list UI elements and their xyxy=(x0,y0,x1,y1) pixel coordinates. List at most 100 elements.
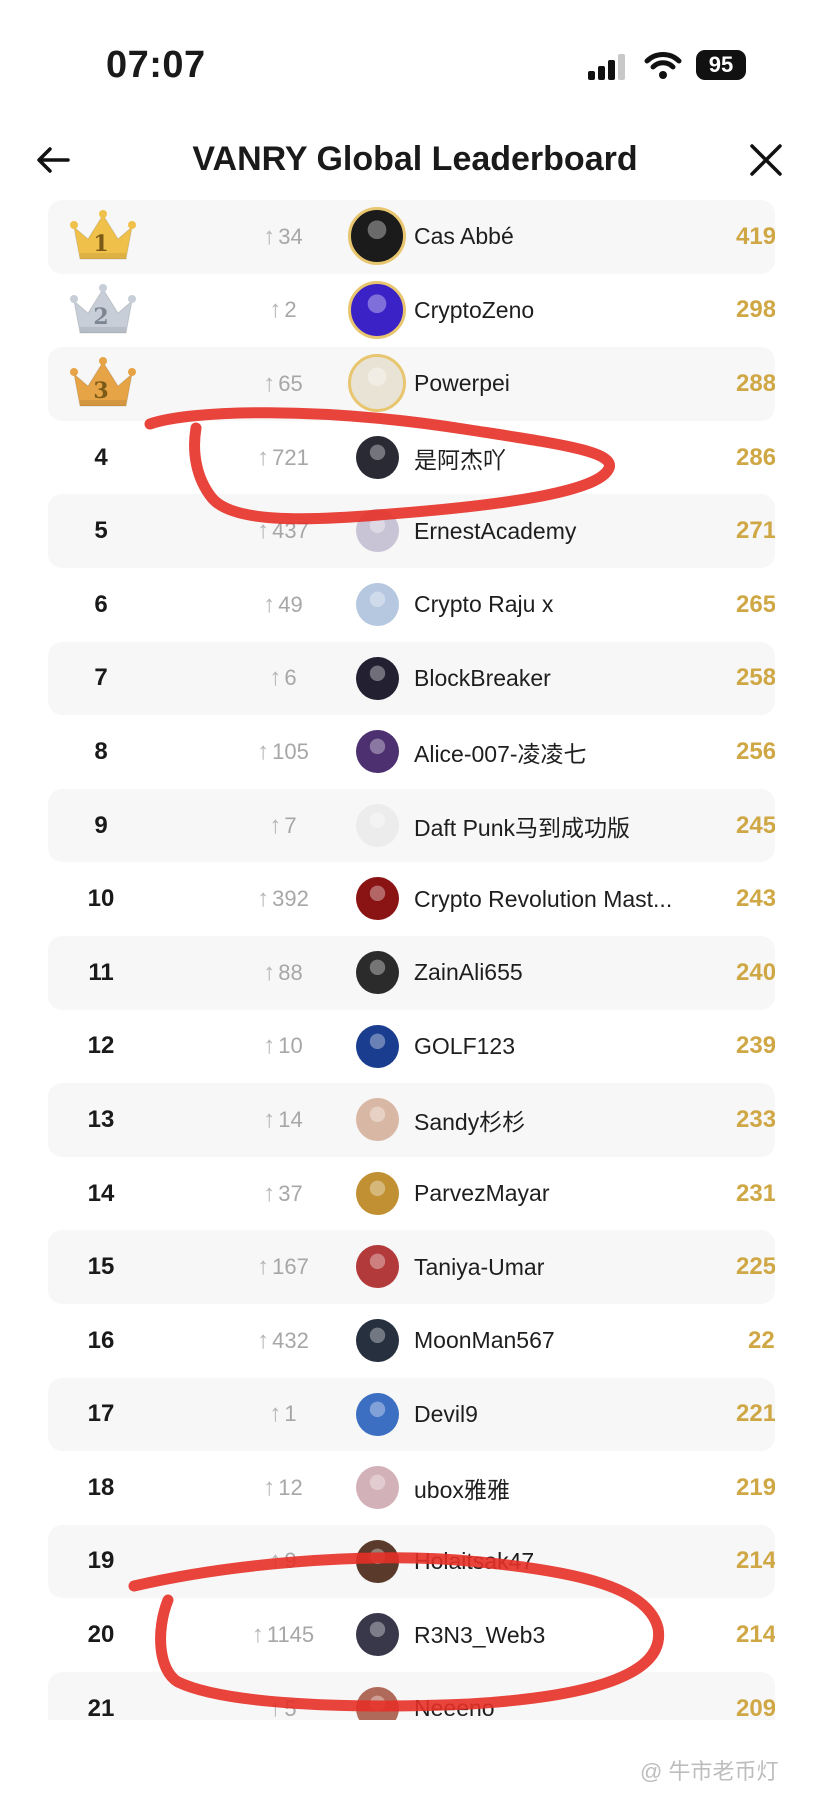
user-name[interactable]: Alice-007-凌凌七 xyxy=(414,715,587,789)
leaderboard-row[interactable]: 4 ↑ 721 是阿杰吖 286 xyxy=(48,421,775,495)
user-name[interactable]: Devil9 xyxy=(414,1378,478,1452)
rank-change: ↑ 12 xyxy=(208,1451,358,1525)
rank-number: 8 xyxy=(94,737,108,765)
leaderboard-row[interactable]: 13 ↑ 14 Sandy杉杉 233 xyxy=(48,1083,775,1157)
avatar[interactable] xyxy=(356,730,399,774)
user-name[interactable]: GOLF123 xyxy=(414,1010,515,1084)
rank-change: ↑ 10 xyxy=(208,1010,358,1084)
leaderboard-row[interactable]: 2 ↑ 2 CryptoZeno 298 xyxy=(48,274,775,348)
leaderboard-row[interactable]: 17 ↑ 1 Devil9 221 xyxy=(48,1377,775,1452)
user-name[interactable]: Sandy杉杉 xyxy=(414,1083,525,1157)
user-name[interactable]: ubox雅雅 xyxy=(414,1451,510,1525)
user-name[interactable]: 是阿杰吖 xyxy=(414,421,506,495)
avatar[interactable] xyxy=(356,1686,399,1720)
leaderboard-row[interactable]: 9 ↑ 7 Daft Punk马到成功版 245 xyxy=(48,788,775,863)
leaderboard-row[interactable]: 1 ↑ 34 Cas Abbé 419 xyxy=(48,200,775,274)
user-name[interactable]: Cas Abbé xyxy=(414,200,514,274)
close-icon[interactable] xyxy=(746,140,786,180)
leaderboard-row[interactable]: 16 ↑ 432 MoonMan567 22 xyxy=(48,1304,775,1378)
leaderboard-row[interactable]: 19 ↑ 9 Holaitsak47 214 xyxy=(48,1524,775,1599)
leaderboard-row[interactable]: 6 ↑ 49 Crypto Raju x 265 xyxy=(48,568,775,642)
page-title: VANRY Global Leaderboard xyxy=(192,140,638,178)
rank-change-value: 437 xyxy=(272,518,309,544)
rank-change: ↑ 49 xyxy=(208,568,358,642)
rank-number: 6 xyxy=(94,590,108,618)
rank-change: ↑ 167 xyxy=(208,1230,358,1304)
arrow-up-icon: ↑ xyxy=(269,1400,282,1428)
user-name[interactable]: ErnestAcademy xyxy=(414,494,576,568)
leaderboard-row[interactable]: 15 ↑ 167 Taniya-Umar 225 xyxy=(48,1230,775,1304)
rank-change-value: 2 xyxy=(284,297,297,323)
user-name[interactable]: ZainAli655 xyxy=(414,936,523,1010)
avatar[interactable] xyxy=(356,1171,399,1215)
arrow-up-icon: ↑ xyxy=(269,1694,282,1720)
avatar[interactable] xyxy=(356,435,399,479)
avatar[interactable] xyxy=(356,656,399,700)
rank-change-value: 6 xyxy=(284,665,297,691)
rank-number: 18 xyxy=(87,1473,115,1501)
arrow-up-icon: ↑ xyxy=(257,1326,270,1354)
rank-change: ↑ 392 xyxy=(208,862,358,936)
rank-change: ↑ 105 xyxy=(208,715,358,789)
avatar[interactable] xyxy=(356,1024,399,1068)
user-name[interactable]: R3N3_Web3 xyxy=(414,1598,545,1672)
user-name[interactable]: Crypto Raju x xyxy=(414,568,553,642)
leaderboard-row[interactable]: 5 ↑ 437 ErnestAcademy 271 xyxy=(48,494,775,568)
avatar[interactable] xyxy=(356,877,399,921)
rank-number: 20 xyxy=(87,1621,115,1649)
leaderboard-row[interactable]: 18 ↑ 12 ubox雅雅 219 xyxy=(48,1451,775,1525)
avatar[interactable] xyxy=(356,1098,399,1142)
avatar[interactable] xyxy=(356,582,399,626)
user-name[interactable]: MoonMan567 xyxy=(414,1304,555,1378)
user-name[interactable]: CryptoZeno xyxy=(414,274,534,348)
leaderboard-row[interactable]: 3 ↑ 65 Powerpei 288 xyxy=(48,347,775,421)
user-name[interactable]: BlockBreaker xyxy=(414,642,551,716)
user-name[interactable]: Taniya-Umar xyxy=(414,1230,544,1304)
leaderboard-row[interactable]: 12 ↑ 10 GOLF123 239 xyxy=(48,1010,775,1084)
leaderboard-row[interactable]: 11 ↑ 88 ZainAli655 240 xyxy=(48,935,775,1010)
rank-number: 5 xyxy=(94,517,108,545)
avatar[interactable] xyxy=(356,1392,399,1436)
avatar[interactable] xyxy=(356,803,399,847)
arrow-up-icon: ↑ xyxy=(269,664,282,692)
leaderboard-row[interactable]: 7 ↑ 6 BlockBreaker 258 xyxy=(48,641,775,716)
avatar[interactable] xyxy=(356,1318,399,1362)
user-name[interactable]: Powerpei xyxy=(414,347,510,421)
avatar[interactable] xyxy=(356,1539,399,1583)
user-name[interactable]: Neeeno xyxy=(414,1672,495,1720)
user-name[interactable]: Crypto Revolution Mast... xyxy=(414,862,672,936)
avatar[interactable] xyxy=(356,950,399,994)
avatar[interactable] xyxy=(348,354,406,413)
arrow-up-icon: ↑ xyxy=(263,958,276,986)
score-value: 214 xyxy=(736,1547,775,1575)
rank-change-value: 5 xyxy=(284,1695,297,1720)
score-value: 271 xyxy=(736,517,775,545)
leaderboard-row[interactable]: 21 ↑ 5 Neeeno 209 xyxy=(48,1671,775,1720)
score-value: 288 xyxy=(736,369,775,397)
rank-change-value: 392 xyxy=(272,886,309,912)
score-value: 419 xyxy=(736,222,775,250)
watermark: @ 牛市老币灯 xyxy=(640,1759,779,1784)
avatar[interactable] xyxy=(356,1466,399,1510)
leaderboard-row[interactable]: 20 ↑ 1145 R3N3_Web3 214 xyxy=(48,1598,775,1672)
arrow-up-icon: ↑ xyxy=(269,296,282,324)
avatar[interactable] xyxy=(348,207,406,265)
score-value: 22 xyxy=(748,1326,775,1354)
leaderboard-row[interactable]: 8 ↑ 105 Alice-007-凌凌七 256 xyxy=(48,715,775,789)
user-name[interactable]: Holaitsak47 xyxy=(414,1525,534,1599)
arrow-up-icon: ↑ xyxy=(263,1032,276,1060)
avatar[interactable] xyxy=(356,509,399,553)
status-bar: 07:07 95 xyxy=(0,0,830,130)
user-name[interactable]: Daft Punk马到成功版 xyxy=(414,789,630,863)
user-name[interactable]: ParvezMayar xyxy=(414,1157,549,1231)
leaderboard-row[interactable]: 10 ↑ 392 Crypto Revolution Mast... 243 xyxy=(48,862,775,936)
rank-change-value: 65 xyxy=(278,370,303,396)
rank-change-value: 37 xyxy=(278,1180,303,1206)
avatar[interactable] xyxy=(356,1613,399,1657)
avatar[interactable] xyxy=(356,1245,399,1289)
arrow-up-icon: ↑ xyxy=(263,1473,276,1501)
cellular-signal-icon xyxy=(588,54,625,80)
leaderboard-list[interactable]: 1 ↑ 34 Cas Abbé 419 2 ↑ 2 CryptoZeno 298 3 ↑ 65 Power… xyxy=(48,200,775,1720)
avatar[interactable] xyxy=(348,280,406,339)
leaderboard-row[interactable]: 14 ↑ 37 ParvezMayar 231 xyxy=(48,1157,775,1231)
